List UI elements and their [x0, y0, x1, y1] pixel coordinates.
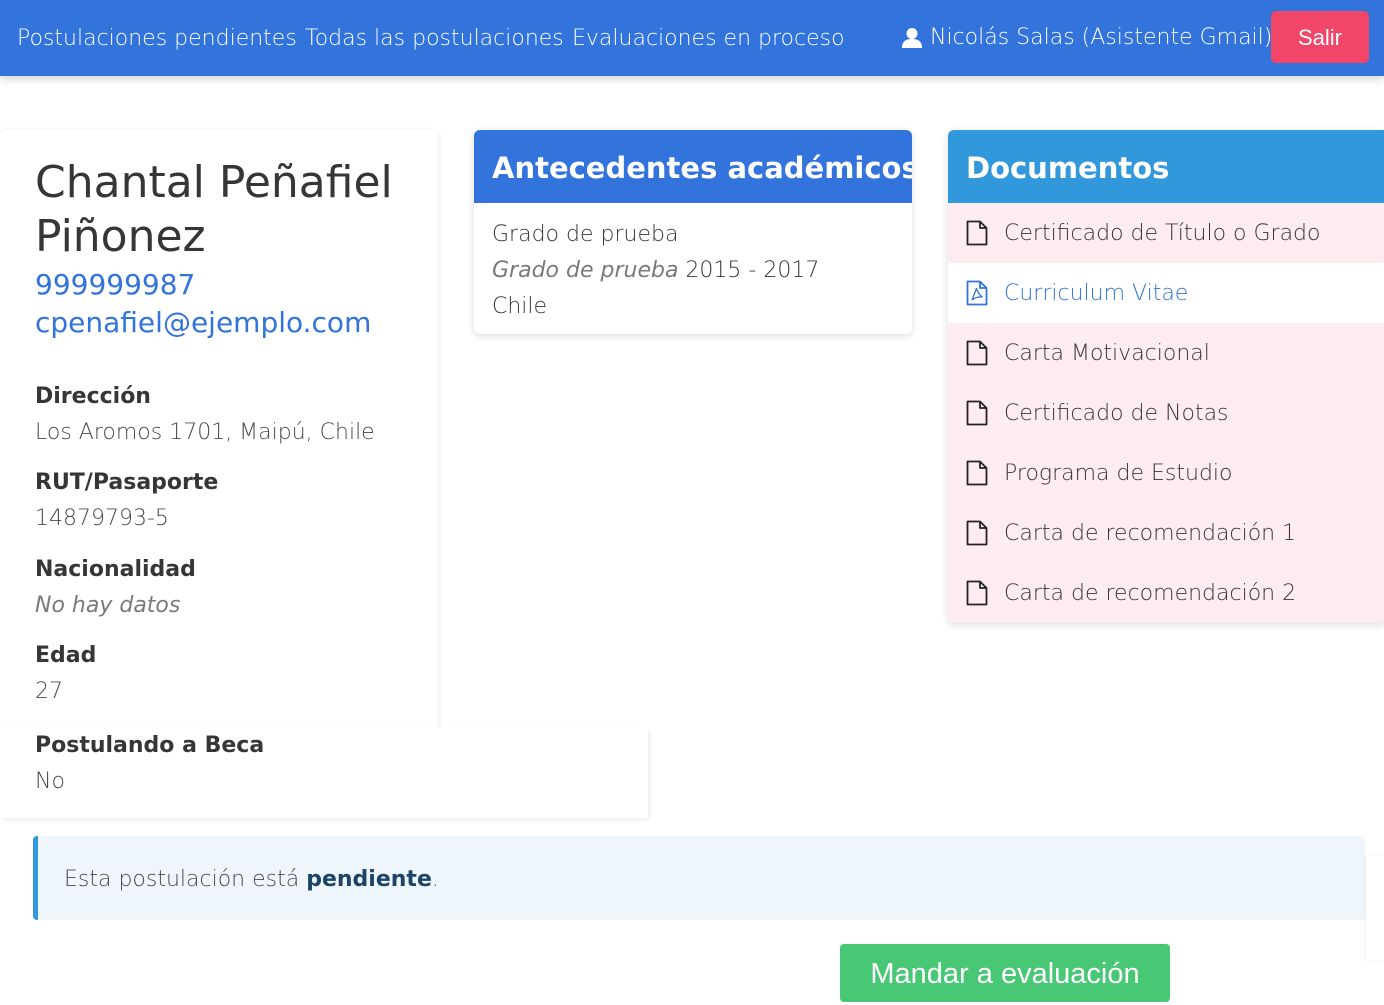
user-name: Nicolás Salas (Asistente Gmail) [930, 25, 1273, 50]
rut-label: RUT/Pasaporte [35, 470, 219, 495]
academic-degree: Grado de prueba [492, 222, 679, 247]
logout-button[interactable]: Salir [1271, 11, 1369, 63]
status-notice: Esta postulación está pendiente. [33, 836, 1365, 920]
document-label: Carta de recomendación 1 [1004, 520, 1297, 546]
document-item[interactable]: Certificado de Notas [948, 383, 1384, 443]
academic-country: Chile [492, 294, 548, 319]
academic-years: 2015 - 2017 [685, 258, 820, 283]
academic-card-title: Antecedentes académicos [474, 130, 912, 203]
nav-link-all[interactable]: Todas las postulaciones [305, 0, 564, 76]
pdf-file-icon [966, 280, 990, 306]
nationality-value: No hay datos [35, 593, 181, 618]
document-item[interactable]: Programa de Estudio [948, 443, 1384, 503]
file-icon [966, 520, 990, 546]
status-prefix: Esta postulación está [64, 867, 307, 892]
applicant-email-link[interactable]: cpenafiel@ejemplo.com [35, 306, 371, 339]
documents-card-title: Documentos [948, 130, 1384, 203]
document-label: Programa de Estudio [1004, 460, 1233, 486]
status-badge: pendiente [306, 867, 432, 892]
file-icon [966, 460, 990, 486]
file-icon [966, 220, 990, 246]
document-item[interactable]: Carta de recomendación 2 [948, 563, 1384, 623]
document-label: Certificado de Título o Grado [1004, 220, 1321, 246]
age-label: Edad [35, 643, 97, 668]
file-icon [966, 340, 990, 366]
top-navbar: Postulaciones pendientes Todas las postu… [0, 0, 1384, 76]
address-label: Dirección [35, 384, 151, 409]
academic-degree-detail: Grado de prueba 2015 - 2017 [492, 258, 819, 283]
file-icon [966, 580, 990, 606]
rut-value: 14879793-5 [35, 506, 169, 531]
document-item[interactable]: Carta Motivacional [948, 323, 1384, 383]
document-label: Curriculum Vitae [1004, 280, 1189, 306]
status-suffix: . [431, 867, 439, 892]
document-label: Certificado de Notas [1004, 400, 1229, 426]
academic-card: Antecedentes académicos Grado de prueba … [474, 130, 912, 334]
document-label: Carta Motivacional [1004, 340, 1210, 366]
applicant-name: Chantal Peñafiel Piñonez [35, 157, 393, 262]
age-value: 27 [35, 679, 63, 704]
side-panel-edge [1366, 855, 1384, 961]
applicant-phone-link[interactable]: 999999987 [35, 268, 195, 301]
send-to-evaluation-button[interactable]: Mandar a evaluación [840, 944, 1170, 1002]
document-item[interactable]: Carta de recomendación 1 [948, 503, 1384, 563]
documents-card: Documentos Certificado de Título o Grado… [948, 130, 1384, 623]
scholarship-value: No [35, 769, 65, 794]
user-icon [902, 27, 922, 49]
document-item[interactable]: Curriculum Vitae [948, 263, 1384, 323]
nav-link-pending[interactable]: Postulaciones pendientes [17, 0, 297, 76]
scholarship-label: Postulando a Beca [35, 733, 265, 758]
document-item[interactable]: Certificado de Título o Grado [948, 203, 1384, 263]
nav-link-evaluations[interactable]: Evaluaciones en proceso [572, 0, 845, 76]
nationality-label: Nacionalidad [35, 557, 196, 582]
document-label: Carta de recomendación 2 [1004, 580, 1297, 606]
address-value: Los Aromos 1701, Maipú, Chile [35, 420, 375, 445]
user-menu[interactable]: Nicolás Salas (Asistente Gmail) [902, 0, 1272, 76]
file-icon [966, 400, 990, 426]
academic-institution: Grado de prueba [492, 258, 679, 283]
